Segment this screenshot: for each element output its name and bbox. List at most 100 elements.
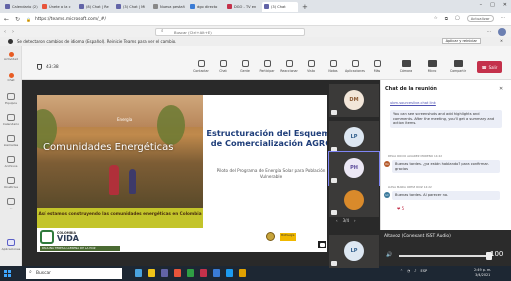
rail-item[interactable]: Aplicaciones (0, 234, 22, 255)
meeting-tool-button[interactable]: Contactar (190, 60, 212, 73)
speaker-icon[interactable]: 🔊 (386, 252, 392, 258)
participant-tile[interactable]: LP (329, 235, 379, 268)
back-nav-icon[interactable]: ‹ (4, 29, 6, 35)
rail-item[interactable]: Llamadas (0, 130, 22, 151)
tab-favicon-icon (79, 4, 84, 9)
taskbar-app-icon[interactable] (148, 269, 155, 277)
profile-icon[interactable]: ◯ (455, 16, 460, 21)
minimize-button[interactable]: – (480, 2, 483, 8)
tab-label: DGO - TV en (234, 4, 257, 9)
browser-actions: ☆ ⧉ ◯ Actualizar ⋯ (434, 15, 505, 22)
favorite-icon[interactable]: ☆ (434, 16, 438, 21)
participant-tile[interactable]: LP (329, 121, 379, 154)
meeting-tool-button[interactable]: Aplicaciones (344, 60, 366, 73)
taskbar-app-icon[interactable] (135, 269, 142, 277)
device-tool-button[interactable]: Compartir (447, 60, 469, 73)
browser-tab[interactable]: (8) Chat | Re (77, 2, 113, 12)
meeting-tool-button[interactable]: Participar (256, 60, 278, 73)
language-indicator[interactable]: ESP (420, 269, 427, 273)
update-button[interactable]: Actualizar (466, 15, 494, 22)
forward-nav-icon[interactable]: › (12, 29, 14, 35)
chat-link[interactable]: ubm.sourceslive.chat link (390, 101, 436, 105)
new-tab-button[interactable]: + (302, 3, 308, 11)
taskbar-app-icon[interactable] (200, 269, 207, 277)
close-window-button[interactable]: ✕ (503, 2, 507, 8)
meeting-tool-button[interactable]: Notas (322, 60, 344, 73)
meeting-tool-button[interactable]: Reaccionar (278, 60, 300, 73)
participant-tile[interactable] (329, 184, 379, 217)
browser-tab[interactable]: (3) Chat | Mi (114, 2, 150, 12)
browser-tab[interactable]: dgo directo (188, 2, 224, 12)
wifi-icon[interactable]: ◔ (407, 269, 410, 273)
user-avatar[interactable] (498, 28, 506, 36)
meeting-tool-button[interactable]: Vista (300, 60, 322, 73)
network-icon[interactable]: ⌃ (400, 269, 403, 273)
taskbar-app-icon[interactable] (187, 269, 194, 277)
chat-author: LUISA MARIA ORTIZ RUIZ (388, 185, 423, 189)
more-options-icon[interactable]: ⋯ (487, 30, 491, 35)
refresh-icon[interactable]: ↻ (15, 16, 20, 23)
rail-item[interactable]: Calendario (0, 109, 22, 130)
taskbar-app-icon[interactable] (161, 269, 168, 277)
meeting-tool-button[interactable]: Chat (212, 60, 234, 73)
camera-icon (401, 60, 411, 67)
chat-avatar: DA (384, 161, 390, 167)
leave-button[interactable]: ☎ Salir (477, 61, 502, 73)
slide-banner: Así estamos construyendo las comunidades… (37, 208, 203, 228)
notice-close-button[interactable]: ✕ (500, 39, 503, 43)
chat-reactions[interactable]: ❤ 5 (397, 206, 404, 211)
more-icon[interactable]: ⋯ (501, 16, 505, 21)
rail-icon (7, 197, 15, 205)
participant-tile[interactable]: PH (328, 151, 380, 186)
volume-icon[interactable]: ♪ (414, 269, 416, 273)
collections-icon[interactable]: ⧉ (445, 16, 448, 22)
shield-icon (37, 64, 42, 70)
apply-restart-button[interactable]: Aplicar y reiniciar (441, 38, 481, 44)
taskbar-app-icon[interactable] (174, 269, 181, 277)
rail-label: Aplicaciones (1, 246, 21, 251)
chat-author: DELIA ROCIO ALVAREZ MORENO (388, 154, 434, 158)
browser-tab[interactable]: Únete a la c (40, 2, 76, 12)
taskbar-app-icon[interactable] (239, 269, 246, 277)
browser-tab[interactable]: Nueva pestañ (151, 2, 187, 12)
rail-item[interactable]: OneDrive (0, 172, 22, 193)
rail-item[interactable]: Actividad (0, 46, 22, 67)
tool-label: Reaccionar (280, 69, 298, 73)
microphone-icon (427, 60, 437, 67)
meeting-tool-button[interactable]: Gente (234, 60, 256, 73)
taskbar-app-icon[interactable] (213, 269, 220, 277)
audio-device-name[interactable]: Altavoz (Conexant ISST Audio) (384, 234, 451, 239)
pager-prev-icon[interactable]: ‹ (336, 218, 338, 223)
teams-search-input[interactable]: Buscar (Ctrl+Alt+E) (155, 28, 305, 36)
device-tool-button[interactable]: Micro (421, 60, 443, 73)
taskbar-search-input[interactable]: Buscar (26, 268, 122, 279)
rail-item[interactable]: Equipos (0, 88, 22, 109)
rail-icon (7, 134, 15, 142)
browser-tab[interactable]: (3) Chat (262, 1, 298, 12)
maximize-button[interactable]: □ (490, 2, 495, 8)
taskbar-app-icon[interactable] (226, 269, 233, 277)
taskbar-clock[interactable]: 2:49 p. m. 3/4/2021 (474, 268, 491, 278)
participant-tile[interactable]: DM (329, 84, 379, 117)
tab-favicon-icon (153, 4, 158, 9)
browser-tab[interactable]: Calendario (2) (3, 2, 39, 12)
windows-start-icon[interactable] (4, 270, 11, 277)
tab-label: (3) Chat | Mi (123, 4, 146, 9)
chat-close-button[interactable]: ✕ (499, 86, 503, 92)
device-tool-button[interactable]: Cámara (395, 60, 417, 73)
url-field[interactable]: https://teams.microsoft.com/_#/ (35, 17, 106, 22)
rail-item[interactable]: Chat (0, 67, 22, 88)
browser-tab[interactable]: DGO - TV en (225, 2, 261, 12)
rail-item[interactable]: ... (0, 193, 22, 214)
rail-item[interactable]: Archivos (0, 151, 22, 172)
search-icon: ⌕ (29, 269, 32, 275)
rail-label: OneDrive (3, 184, 19, 189)
chat-message: Buenas tardes. Al parecer no. (392, 191, 500, 200)
tab-label: (3) Chat (271, 4, 286, 9)
chat-meta: LUISA MARIA ORTIZ RUIZ 14:22 (388, 185, 432, 189)
pager-next-icon[interactable]: › (354, 218, 356, 223)
back-icon[interactable]: ← (4, 16, 9, 23)
chat-system-message: You can see screenshots and add highligh… (390, 110, 502, 128)
meeting-tool-button[interactable]: Más (366, 60, 388, 73)
browser-tab-bar: Calendario (2) Únete a la c (8) Chat | Re (… (0, 0, 511, 13)
